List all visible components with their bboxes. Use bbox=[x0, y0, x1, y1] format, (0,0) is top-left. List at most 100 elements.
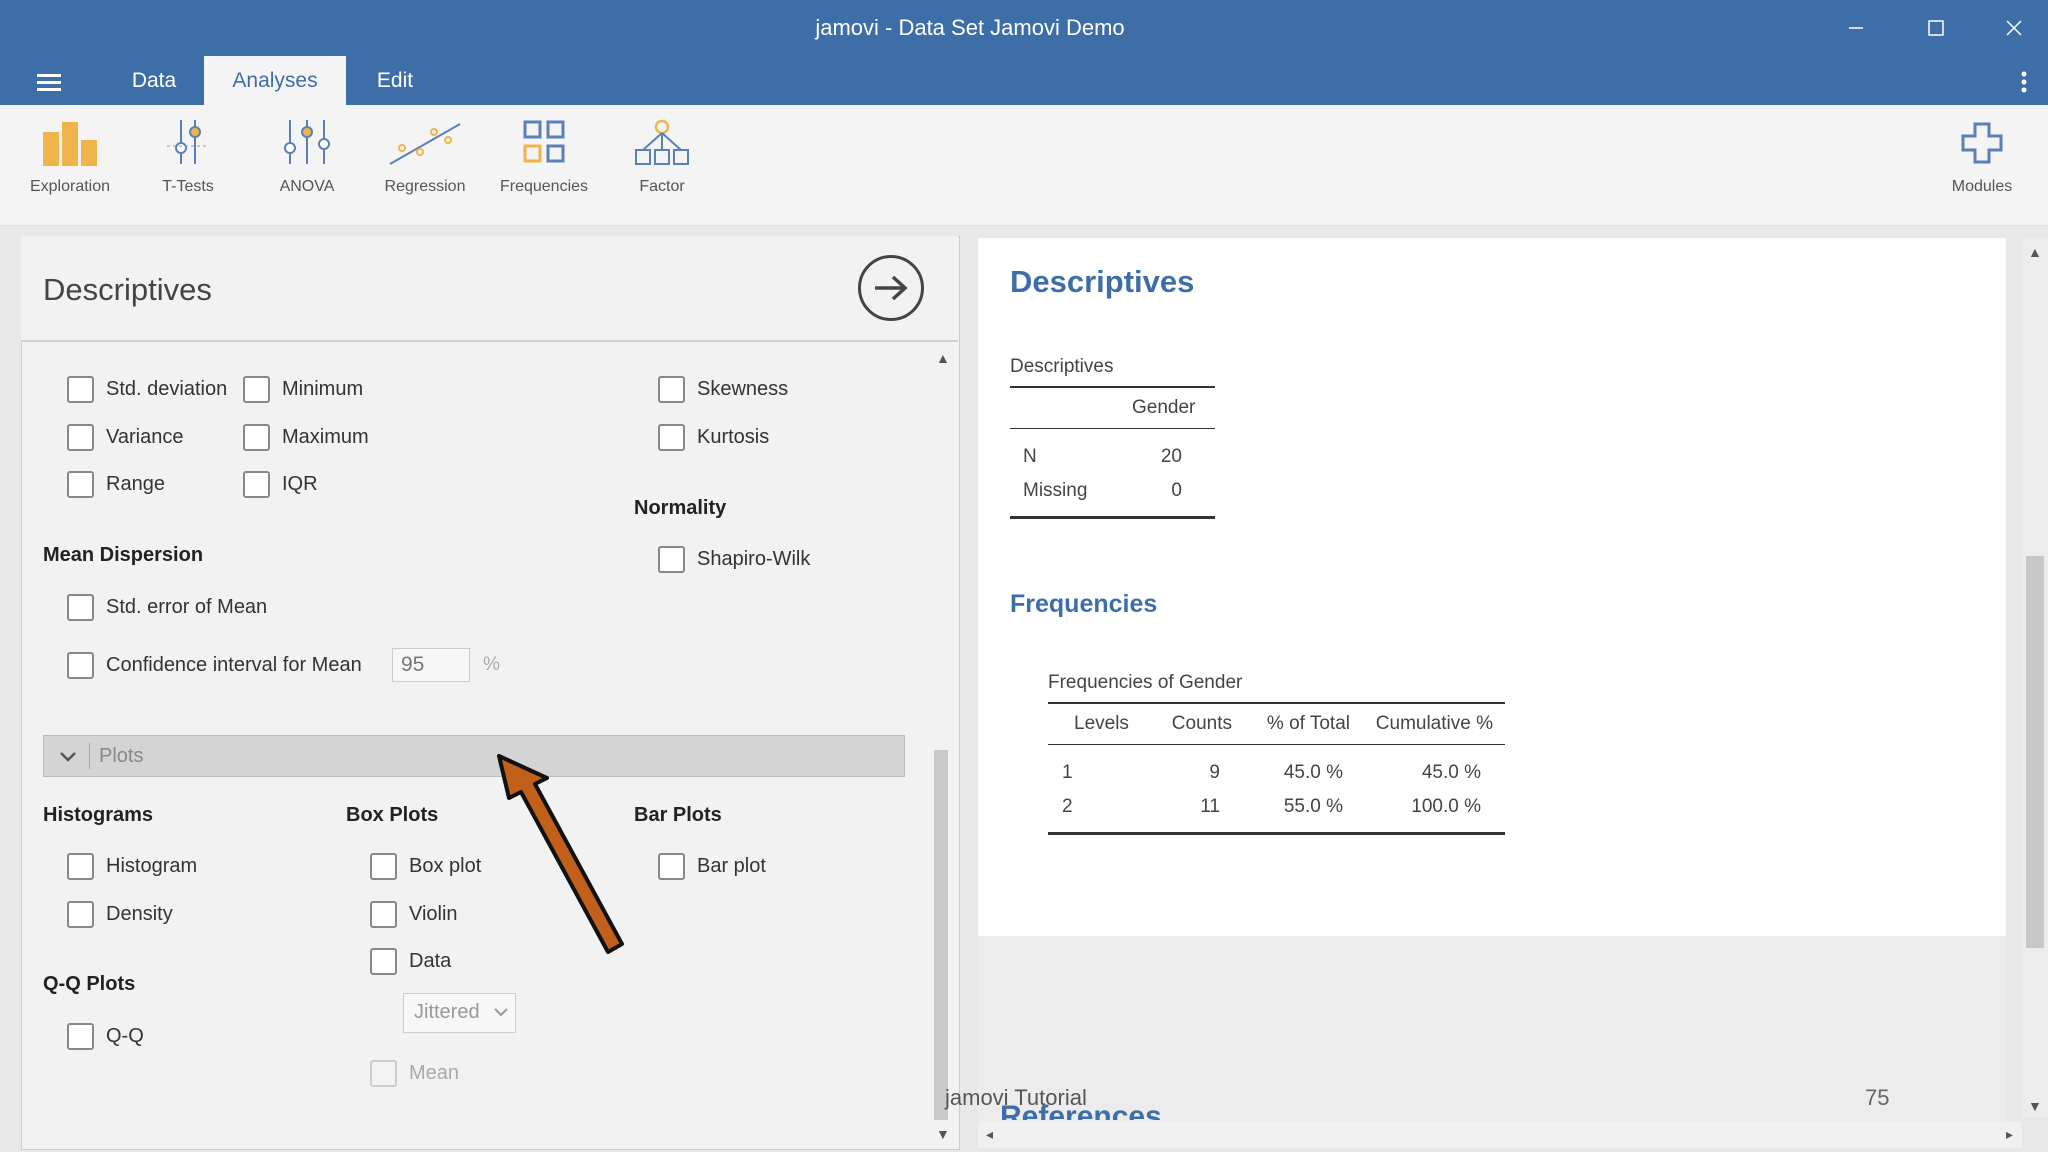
table-rule bbox=[1048, 832, 1505, 835]
options-title: Descriptives bbox=[43, 272, 212, 307]
ttests-icon bbox=[167, 120, 209, 164]
ci-mean-checkbox[interactable]: Confidence interval for Mean bbox=[67, 652, 362, 679]
frequencies-tool[interactable]: Frequencies bbox=[485, 118, 603, 218]
checkbox-box[interactable] bbox=[67, 594, 94, 621]
freq-row-1-cum: 45.0 % bbox=[1421, 762, 1481, 783]
modules-tool[interactable]: Modules bbox=[1923, 118, 2041, 218]
plus-icon bbox=[1961, 122, 2003, 164]
scroll-up-icon[interactable]: ▲ bbox=[936, 350, 950, 366]
chevron-down-icon bbox=[493, 1005, 509, 1019]
se-mean-checkbox[interactable]: Std. error of Mean bbox=[67, 594, 267, 621]
std-deviation-checkbox[interactable]: Std. deviation bbox=[67, 376, 227, 403]
checkbox-box[interactable] bbox=[67, 901, 94, 928]
anova-tool[interactable]: ANOVA bbox=[248, 118, 366, 218]
hamburger-menu-button[interactable] bbox=[30, 66, 70, 98]
checkbox-box[interactable] bbox=[370, 1060, 397, 1087]
results-scrollbar-thumb[interactable] bbox=[2026, 556, 2044, 948]
results-empty-area bbox=[978, 936, 2006, 1122]
iqr-checkbox[interactable]: IQR bbox=[243, 471, 318, 498]
close-button[interactable] bbox=[1984, 8, 2044, 48]
qq-plots-heading: Q-Q Plots bbox=[43, 973, 136, 995]
skewness-checkbox[interactable]: Skewness bbox=[658, 376, 788, 403]
histograms-heading: Histograms bbox=[43, 804, 154, 826]
checkbox-box[interactable] bbox=[67, 471, 94, 498]
bar-plot-checkbox[interactable]: Bar plot bbox=[658, 853, 766, 880]
options-scrollbar-thumb[interactable] bbox=[934, 750, 948, 1120]
maximum-checkbox[interactable]: Maximum bbox=[243, 424, 369, 451]
plots-section-header[interactable] bbox=[43, 735, 905, 777]
regression-tool[interactable]: Regression bbox=[366, 118, 484, 218]
scroll-down-icon[interactable]: ▼ bbox=[936, 1126, 950, 1142]
violin-checkbox[interactable]: Violin bbox=[370, 901, 458, 928]
checkbox-box[interactable] bbox=[658, 376, 685, 403]
checkbox-box[interactable] bbox=[370, 901, 397, 928]
tab-data[interactable]: Data bbox=[108, 56, 200, 105]
checkbox-box[interactable] bbox=[67, 853, 94, 880]
scroll-up-icon[interactable]: ▲ bbox=[2028, 244, 2042, 260]
density-checkbox[interactable]: Density bbox=[67, 901, 173, 928]
scroll-right-icon[interactable]: ▸ bbox=[2006, 1126, 2013, 1143]
column-header-levels: Levels bbox=[1074, 713, 1129, 734]
exploration-tool[interactable]: Exploration bbox=[11, 118, 129, 218]
data-checkbox[interactable]: Data bbox=[370, 948, 451, 975]
regression-icon bbox=[389, 123, 461, 165]
frequencies-results-title: Frequencies bbox=[1010, 590, 1158, 618]
window-title: jamovi - Data Set Jamovi Demo bbox=[815, 15, 1125, 40]
mean-dispersion-heading: Mean Dispersion bbox=[43, 544, 204, 566]
row-value-missing: 0 bbox=[1171, 480, 1182, 501]
checkbox-box[interactable] bbox=[370, 948, 397, 975]
checkbox-box[interactable] bbox=[67, 424, 94, 451]
bar-plots-heading: Bar Plots bbox=[634, 804, 722, 826]
divider bbox=[89, 743, 90, 769]
column-header-counts: Counts bbox=[1171, 713, 1232, 734]
tab-edit[interactable]: Edit bbox=[350, 56, 440, 105]
kurtosis-checkbox[interactable]: Kurtosis bbox=[658, 424, 769, 451]
factor-icon bbox=[635, 119, 689, 165]
checkbox-box[interactable] bbox=[243, 376, 270, 403]
checkbox-box[interactable] bbox=[658, 853, 685, 880]
checkbox-box[interactable] bbox=[243, 424, 270, 451]
checkbox-box[interactable] bbox=[243, 471, 270, 498]
minimize-button[interactable] bbox=[1826, 8, 1886, 48]
shapiro-wilk-checkbox[interactable]: Shapiro-Wilk bbox=[658, 546, 810, 573]
histogram-checkbox[interactable]: Histogram bbox=[67, 853, 197, 880]
freq-row-2-cum: 100.0 % bbox=[1411, 796, 1481, 817]
factor-tool[interactable]: Factor bbox=[603, 118, 721, 218]
scroll-down-icon[interactable]: ▼ bbox=[2028, 1098, 2042, 1114]
checkbox-box[interactable] bbox=[67, 376, 94, 403]
row-value-n: 20 bbox=[1160, 446, 1182, 467]
box-plot-checkbox[interactable]: Box plot bbox=[370, 853, 481, 880]
checkbox-box[interactable] bbox=[370, 853, 397, 880]
checkbox-box[interactable] bbox=[658, 424, 685, 451]
kebab-menu-icon bbox=[2021, 71, 2027, 93]
minimum-checkbox[interactable]: Minimum bbox=[243, 376, 363, 403]
checkbox-box[interactable] bbox=[67, 1023, 94, 1050]
descriptives-results-title: Descriptives bbox=[1010, 264, 1195, 299]
results-horizontal-scrollbar[interactable] bbox=[978, 1122, 2022, 1148]
ci-width-input[interactable]: 95 bbox=[392, 648, 470, 682]
table-rule bbox=[1010, 428, 1215, 429]
qq-checkbox[interactable]: Q-Q bbox=[67, 1023, 144, 1050]
table-rule bbox=[1010, 386, 1215, 388]
arrow-right-icon bbox=[875, 275, 908, 301]
variance-checkbox[interactable]: Variance bbox=[67, 424, 183, 451]
column-header-gender: Gender bbox=[1132, 397, 1196, 418]
close-options-button[interactable] bbox=[858, 255, 924, 321]
ttests-tool[interactable]: T-Tests bbox=[129, 118, 247, 218]
tab-analyses[interactable]: Analyses bbox=[204, 56, 346, 105]
column-header-pct-total: % of Total bbox=[1266, 713, 1350, 734]
table-rule bbox=[1048, 702, 1505, 704]
more-options-button[interactable] bbox=[2012, 66, 2036, 98]
normality-heading: Normality bbox=[634, 497, 727, 519]
scroll-left-icon[interactable]: ◂ bbox=[986, 1126, 993, 1143]
exploration-icon bbox=[43, 122, 97, 166]
plots-section-label: Plots bbox=[99, 745, 144, 767]
annotation-arrow bbox=[497, 754, 624, 954]
checkbox-box[interactable] bbox=[658, 546, 685, 573]
checkbox-box[interactable] bbox=[67, 652, 94, 679]
row-label-missing: Missing bbox=[1023, 480, 1088, 501]
table-rule bbox=[1010, 516, 1215, 519]
maximize-button[interactable] bbox=[1906, 8, 1966, 48]
mean-checkbox[interactable]: Mean bbox=[370, 1060, 459, 1087]
range-checkbox[interactable]: Range bbox=[67, 471, 165, 498]
